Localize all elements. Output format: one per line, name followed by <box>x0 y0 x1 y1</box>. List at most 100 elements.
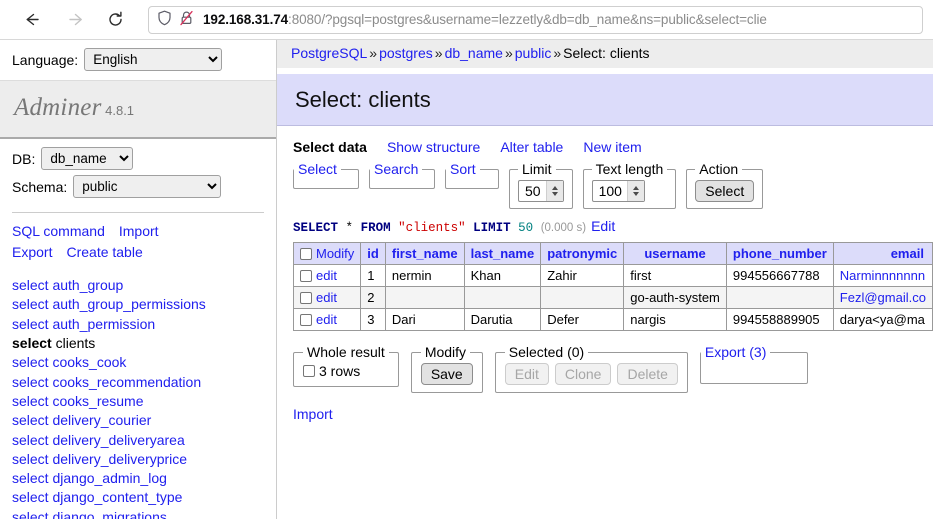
edit-selected-button: Edit <box>504 363 549 385</box>
table-select-link[interactable]: select cooks_cook <box>12 354 126 370</box>
table-select-link[interactable]: select cooks_resume <box>12 393 144 409</box>
limit-stepper[interactable] <box>545 181 563 201</box>
sql-keyword-from: FROM <box>360 221 391 235</box>
text-length-legend: Text length <box>595 161 664 177</box>
export-link[interactable]: Export <box>12 244 52 260</box>
email-link[interactable]: Narminnnnnnn <box>840 268 925 283</box>
sql-edit-link[interactable]: Edit <box>591 218 615 234</box>
table-list-item-delivery_deliveryprice[interactable]: select delivery_deliveryprice <box>12 450 264 469</box>
tab-show-structure[interactable]: Show structure <box>387 139 480 155</box>
sql-keyword-limit: LIMIT <box>473 221 511 235</box>
breadcrumb-item-postgres[interactable]: postgres <box>379 45 433 61</box>
row-checkbox[interactable] <box>300 314 312 326</box>
header-last_name[interactable]: last_name <box>463 242 542 265</box>
table-select-link[interactable]: select delivery_deliveryprice <box>12 451 187 467</box>
whole-result-checkbox[interactable] <box>303 365 315 377</box>
row-edit-link[interactable]: edit <box>316 268 337 283</box>
table-list-item-delivery_deliveryarea[interactable]: select delivery_deliveryarea <box>12 431 264 450</box>
table-list-item-auth_permission[interactable]: select auth_permission <box>12 315 264 334</box>
table-list-item-auth_group_permissions[interactable]: select auth_group_permissions <box>12 295 264 314</box>
header-username[interactable]: username <box>623 242 727 265</box>
row-edit-link[interactable]: edit <box>316 312 337 327</box>
main-content: PostgreSQL» postgres» db_name» public» Selec… <box>276 40 933 519</box>
table-list-item-cooks_cook[interactable]: select cooks_cook <box>12 353 264 372</box>
table-select-link[interactable]: select delivery_deliveryarea <box>12 432 185 448</box>
selected-fieldset: Selected (0) Edit Clone Delete <box>494 344 688 393</box>
row-checkbox[interactable] <box>300 292 312 304</box>
url-text: 192.168.31.74:8080/?pgsql=postgres&usern… <box>203 12 767 27</box>
limit-input[interactable]: 50 <box>518 180 564 202</box>
breadcrumb-item-postgresql[interactable]: PostgreSQL <box>291 45 367 61</box>
header-id[interactable]: id <box>360 242 386 265</box>
select-all-checkbox[interactable] <box>300 248 312 260</box>
email-link[interactable]: Fezl@gmail.co <box>840 290 926 305</box>
tab-new-item[interactable]: New item <box>583 139 641 155</box>
table-select-link[interactable]: select cooks_recommendation <box>12 374 201 390</box>
header-patronymic[interactable]: patronymic <box>540 242 625 265</box>
lock-slash-icon[interactable] <box>179 10 194 29</box>
breadcrumb-separator: » <box>369 45 378 61</box>
tab-select-data[interactable]: Select data <box>293 139 367 155</box>
table-list-item-cooks_recommendation[interactable]: select cooks_recommendation <box>12 373 264 392</box>
db-select[interactable]: db_name <box>41 147 134 170</box>
selected-buttons: Edit Clone Delete <box>504 363 678 385</box>
sort-legend[interactable]: Sort <box>446 161 480 177</box>
schema-select[interactable]: public <box>73 175 222 198</box>
table-select-link[interactable]: select auth_group <box>12 277 123 293</box>
table-list-item-django_migrations[interactable]: select django_migrations <box>12 508 264 519</box>
tab-alter-table[interactable]: Alter table <box>500 139 563 155</box>
table-select-link[interactable]: select django_content_type <box>12 489 182 505</box>
address-bar[interactable]: 192.168.31.74:8080/?pgsql=postgres&usern… <box>148 5 923 34</box>
select-submit-button[interactable]: Select <box>695 180 755 202</box>
select-legend[interactable]: Select <box>294 161 341 177</box>
search-fieldset[interactable]: Search <box>369 161 435 189</box>
export-fieldset[interactable]: Export (3) <box>699 344 808 384</box>
sql-command-link[interactable]: SQL command <box>12 223 105 239</box>
whole-result-legend: Whole result <box>307 344 385 360</box>
sort-fieldset[interactable]: Sort <box>445 161 499 189</box>
cell-first_name: nermin <box>384 264 465 287</box>
search-legend[interactable]: Search <box>370 161 422 177</box>
reload-icon[interactable] <box>102 7 128 33</box>
text-length-input[interactable]: 100 <box>591 180 645 202</box>
table-list-item-django_admin_log[interactable]: select django_admin_log <box>12 469 264 488</box>
export-legend[interactable]: Export (3) <box>701 344 770 360</box>
language-select[interactable]: English <box>84 48 223 71</box>
table-name: auth_permission <box>52 315 156 332</box>
table-list-item-cooks_resume[interactable]: select cooks_resume <box>12 392 264 411</box>
table-name: cooks_recommendation <box>52 373 202 390</box>
url-path: :8080/?pgsql=postgres&username=lezzetly&… <box>288 12 767 27</box>
table-select-link[interactable]: select auth_group_permissions <box>12 296 206 312</box>
header-first_name[interactable]: first_name <box>384 242 465 265</box>
header-phone_number[interactable]: phone_number <box>725 242 834 265</box>
table-select-link[interactable]: select django_migrations <box>12 509 167 519</box>
import-link[interactable]: Import <box>119 223 159 239</box>
create-table-link[interactable]: Create table <box>66 244 142 260</box>
cell-username: first <box>623 264 727 287</box>
header-email[interactable]: email <box>832 242 933 265</box>
table-list-item-clients[interactable]: select clients <box>12 334 264 353</box>
table-select-link[interactable]: select delivery_courier <box>12 412 151 428</box>
table-list-item-auth_group[interactable]: select auth_group <box>12 276 264 295</box>
back-arrow-icon[interactable] <box>18 7 44 33</box>
cell-username: go-auth-system <box>623 286 727 309</box>
table-select-link[interactable]: select auth_permission <box>12 316 155 332</box>
breadcrumb-item-public[interactable]: public <box>515 45 552 61</box>
tab-bar: Select data Show structure Alter table New … <box>277 126 933 155</box>
breadcrumb-item-db-name[interactable]: db_name <box>445 45 503 61</box>
import-data-link[interactable]: Import <box>293 406 333 422</box>
text-length-stepper[interactable] <box>626 181 644 201</box>
table-name: cooks_cook <box>52 354 127 371</box>
table-select-link[interactable]: select clients <box>12 335 95 351</box>
select-fieldset[interactable]: Select <box>293 161 359 189</box>
results-table-head: Modify id first_name last_name patronymic use… <box>292 242 933 265</box>
save-button[interactable]: Save <box>420 363 473 385</box>
table-select-link[interactable]: select django_admin_log <box>12 470 167 486</box>
table-list-item-django_content_type[interactable]: select django_content_type <box>12 488 264 507</box>
modify-header-link[interactable]: Modify <box>316 246 354 261</box>
clone-selected-button: Clone <box>554 363 612 385</box>
table-list-item-delivery_courier[interactable]: select delivery_courier <box>12 411 264 430</box>
select-word: select <box>12 334 56 351</box>
row-checkbox[interactable] <box>300 270 312 282</box>
row-edit-link[interactable]: edit <box>316 290 337 305</box>
